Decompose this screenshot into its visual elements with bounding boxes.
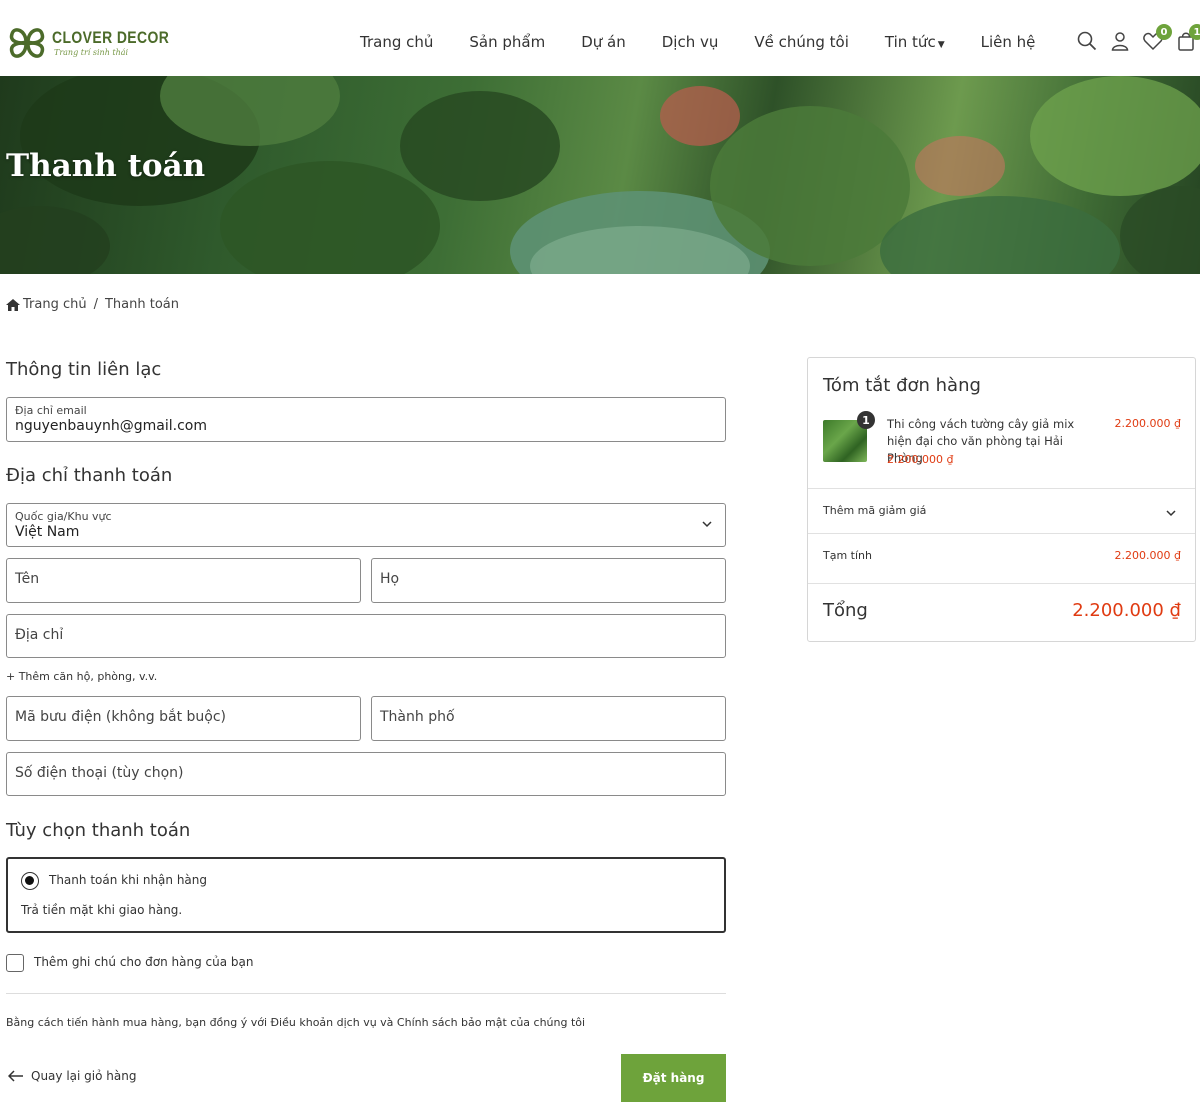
search-icon[interactable] — [1076, 30, 1098, 52]
terms-text: Bằng cách tiến hành mua hàng, bạn đồng ý… — [6, 1016, 586, 1029]
total-value: 2.200.000 ₫ — [1072, 600, 1181, 621]
summary-title: Tóm tắt đơn hàng — [823, 375, 981, 396]
main-nav: Trang chủ Sản phẩm Dự án Dịch vụ Về chún… — [360, 33, 1071, 51]
email-value: nguyenbauynh@gmail.com — [15, 418, 208, 434]
nav-products[interactable]: Sản phẩm — [469, 33, 545, 51]
site-header: CLOVER DECOR Trang trí sinh thái Trang c… — [0, 0, 1200, 76]
brand-tagline: Trang trí sinh thái — [54, 48, 129, 57]
nav-services[interactable]: Dịch vụ — [662, 33, 719, 51]
divider — [6, 993, 726, 994]
quantity-badge: 1 — [857, 411, 875, 429]
place-order-button[interactable]: Đặt hàng — [621, 1054, 726, 1102]
address-field[interactable]: Địa chỉ — [6, 614, 726, 658]
logo[interactable]: CLOVER DECOR Trang trí sinh thái — [6, 22, 195, 64]
product-unit-price: 2.200.000 ₫ — [887, 453, 954, 466]
breadcrumb: Trang chủ / Thanh toán — [6, 297, 179, 312]
subtotal-label: Tạm tính — [823, 549, 872, 562]
brand-name: CLOVER DECOR — [52, 28, 170, 47]
phone-placeholder: Số điện thoại (tùy chọn) — [15, 765, 184, 781]
order-note-label[interactable]: Thêm ghi chú cho đơn hàng của bạn — [34, 955, 254, 969]
product-line-total: 2.200.000 ₫ — [1114, 417, 1181, 430]
nav-news-label: Tin tức — [884, 33, 936, 51]
summary-divider — [808, 488, 1195, 489]
cod-label: Thanh toán khi nhận hàng — [49, 873, 208, 887]
arrow-left-icon — [8, 1070, 23, 1082]
nav-home[interactable]: Trang chủ — [360, 33, 433, 51]
first-name-field[interactable]: Tên — [6, 558, 361, 603]
summary-divider — [808, 533, 1195, 534]
cart-icon[interactable]: 1 — [1175, 24, 1200, 52]
contact-section-title: Thông tin liên lạc — [6, 359, 162, 380]
back-to-cart-link[interactable]: Quay lại giỏ hàng — [8, 1069, 136, 1083]
home-icon — [6, 298, 20, 311]
user-icon[interactable] — [1109, 30, 1131, 52]
last-name-placeholder: Họ — [380, 571, 400, 587]
summary-divider — [808, 583, 1195, 584]
payment-section-title: Tùy chọn thanh toán — [6, 820, 191, 841]
caret-down-icon: ▼ — [937, 40, 945, 50]
postcode-placeholder: Mã bưu điện (không bắt buộc) — [15, 709, 227, 725]
payment-option-cod[interactable]: Thanh toán khi nhận hàng Trả tiền mặt kh… — [6, 857, 726, 933]
last-name-field[interactable]: Họ — [371, 558, 726, 603]
country-label: Quốc gia/Khu vực — [15, 510, 112, 523]
nav-news[interactable]: Tin tức ▼ — [885, 33, 945, 51]
cod-description: Trả tiền mặt khi giao hàng. — [21, 903, 183, 917]
wishlist-icon[interactable]: 0 — [1142, 24, 1172, 52]
email-field[interactable]: Địa chỉ email nguyenbauynh@gmail.com — [6, 397, 726, 442]
nav-projects[interactable]: Dự án — [581, 33, 626, 51]
cod-radio[interactable] — [21, 872, 39, 890]
add-apartment-link[interactable]: + Thêm căn hộ, phòng, v.v. — [6, 670, 157, 683]
total-label: Tổng — [823, 600, 868, 621]
city-field[interactable]: Thành phố — [371, 696, 726, 741]
cart-count-badge: 1 — [1189, 24, 1200, 40]
country-value: Việt Nam — [15, 524, 80, 540]
phone-field[interactable]: Số điện thoại (tùy chọn) — [6, 752, 726, 796]
billing-section-title: Địa chỉ thanh toán — [6, 465, 173, 486]
email-label: Địa chỉ email — [15, 404, 87, 417]
breadcrumb-separator: / — [93, 297, 98, 312]
subtotal-value: 2.200.000 ₫ — [1114, 549, 1181, 562]
nav-about[interactable]: Về chúng tôi — [754, 33, 849, 51]
wishlist-count-badge: 0 — [1156, 24, 1172, 40]
postcode-field[interactable]: Mã bưu điện (không bắt buộc) — [6, 696, 361, 741]
city-placeholder: Thành phố — [380, 709, 455, 725]
page-title: Thanh toán — [6, 148, 206, 184]
order-note-checkbox[interactable] — [6, 954, 24, 972]
breadcrumb-current: Thanh toán — [104, 297, 179, 312]
order-summary: Tóm tắt đơn hàng 1 Thi công vách tường c… — [807, 357, 1196, 642]
back-to-cart-label: Quay lại giỏ hàng — [31, 1069, 137, 1083]
country-select[interactable]: Quốc gia/Khu vực Việt Nam — [6, 503, 726, 547]
breadcrumb-home[interactable]: Trang chủ — [23, 297, 87, 312]
address-placeholder: Địa chỉ — [15, 627, 64, 643]
chevron-down-icon — [702, 521, 712, 528]
clover-logo-icon — [9, 28, 45, 58]
nav-contact[interactable]: Liên hệ — [981, 33, 1036, 51]
coupon-toggle[interactable]: Thêm mã giảm giá — [823, 504, 926, 517]
first-name-placeholder: Tên — [15, 571, 40, 587]
header-icons: 0 1 — [1076, 24, 1200, 52]
page-banner: Thanh toán — [0, 76, 1200, 274]
chevron-down-icon[interactable] — [1165, 507, 1177, 519]
